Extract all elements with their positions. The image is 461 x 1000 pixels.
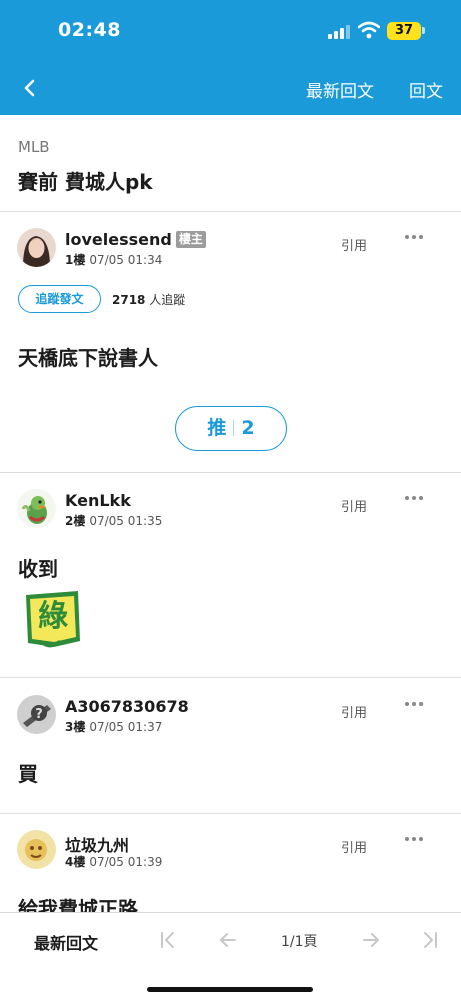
bottom-latest-replies-button[interactable]: 最新回文 xyxy=(34,930,98,954)
back-icon[interactable] xyxy=(18,76,42,100)
prev-page-icon[interactable] xyxy=(217,929,239,951)
quote-button[interactable]: 引用 xyxy=(341,496,367,515)
last-page-icon[interactable] xyxy=(419,929,441,951)
quote-button[interactable]: 引用 xyxy=(341,837,367,856)
divider xyxy=(0,813,461,814)
author-name[interactable]: lovelessend 樓主 xyxy=(65,230,206,249)
post-body: 買 xyxy=(18,762,38,786)
wifi-icon xyxy=(358,21,380,39)
post-1: lovelessend 樓主 1樓 07/05 01:34 引用 追蹤發文 2718… xyxy=(0,228,461,472)
post-meta: 3樓 07/05 01:37 xyxy=(65,720,163,734)
post-3: ? A3067830678 3樓 07/05 01:37 引用 買 xyxy=(0,695,461,813)
reply-button[interactable]: 回文 xyxy=(409,77,443,102)
quote-button[interactable]: 引用 xyxy=(341,702,367,721)
home-indicator xyxy=(147,987,313,992)
divider xyxy=(0,211,461,212)
post-4: 垃圾九州 4樓 07/05 01:39 引用 給我費城正路 xyxy=(0,830,461,912)
first-page-icon[interactable] xyxy=(157,929,179,951)
latest-replies-button[interactable]: 最新回文 xyxy=(306,77,374,102)
divider xyxy=(0,677,461,678)
quote-button[interactable]: 引用 xyxy=(341,235,367,254)
post-meta: 2樓 07/05 01:35 xyxy=(65,514,163,528)
top-bar: 02:48 37 最新回文 回文 xyxy=(0,0,461,115)
divider xyxy=(0,472,461,473)
post-body: 給我費城正路 xyxy=(18,897,138,912)
post-2: KenLkk 2樓 07/05 01:35 引用 收到 綠 xyxy=(0,489,461,677)
sticker-text: 綠 xyxy=(38,599,68,634)
follow-button[interactable]: 追蹤發文 xyxy=(18,285,101,313)
more-icon[interactable] xyxy=(405,834,425,844)
more-icon[interactable] xyxy=(405,232,425,242)
board-name[interactable]: MLB xyxy=(18,138,50,156)
signal-icon xyxy=(328,25,350,39)
status-time: 02:48 xyxy=(58,19,121,41)
push-button[interactable]: 推2 xyxy=(175,406,287,451)
post-body: 收到 xyxy=(18,557,58,581)
more-icon[interactable] xyxy=(405,699,425,709)
thread-title: 賽前 費城人pk xyxy=(18,170,153,194)
green-sticker: 綠 xyxy=(20,589,84,651)
post-body: 天橋底下說書人 xyxy=(18,346,158,370)
svg-text:?: ? xyxy=(35,707,43,722)
battery-tip xyxy=(422,27,425,34)
more-icon[interactable] xyxy=(405,493,425,503)
follow-count: 2718 人追蹤 xyxy=(112,293,186,307)
avatar[interactable] xyxy=(17,830,56,869)
avatar[interactable] xyxy=(17,228,56,267)
next-page-icon[interactable] xyxy=(360,929,382,951)
author-name[interactable]: KenLkk xyxy=(65,491,131,510)
post-meta: 4樓 07/05 01:39 xyxy=(65,855,163,869)
post-meta: 1樓 07/05 01:34 xyxy=(65,253,163,267)
author-name[interactable]: A3067830678 xyxy=(65,697,189,716)
avatar[interactable] xyxy=(17,489,56,528)
op-badge: 樓主 xyxy=(175,231,206,248)
page-indicator[interactable]: 1/1頁 xyxy=(281,931,318,951)
bottom-bar: 最新回文 1/1頁 xyxy=(0,912,461,1000)
avatar[interactable]: ? xyxy=(17,695,56,734)
battery-icon: 37 xyxy=(387,22,421,40)
